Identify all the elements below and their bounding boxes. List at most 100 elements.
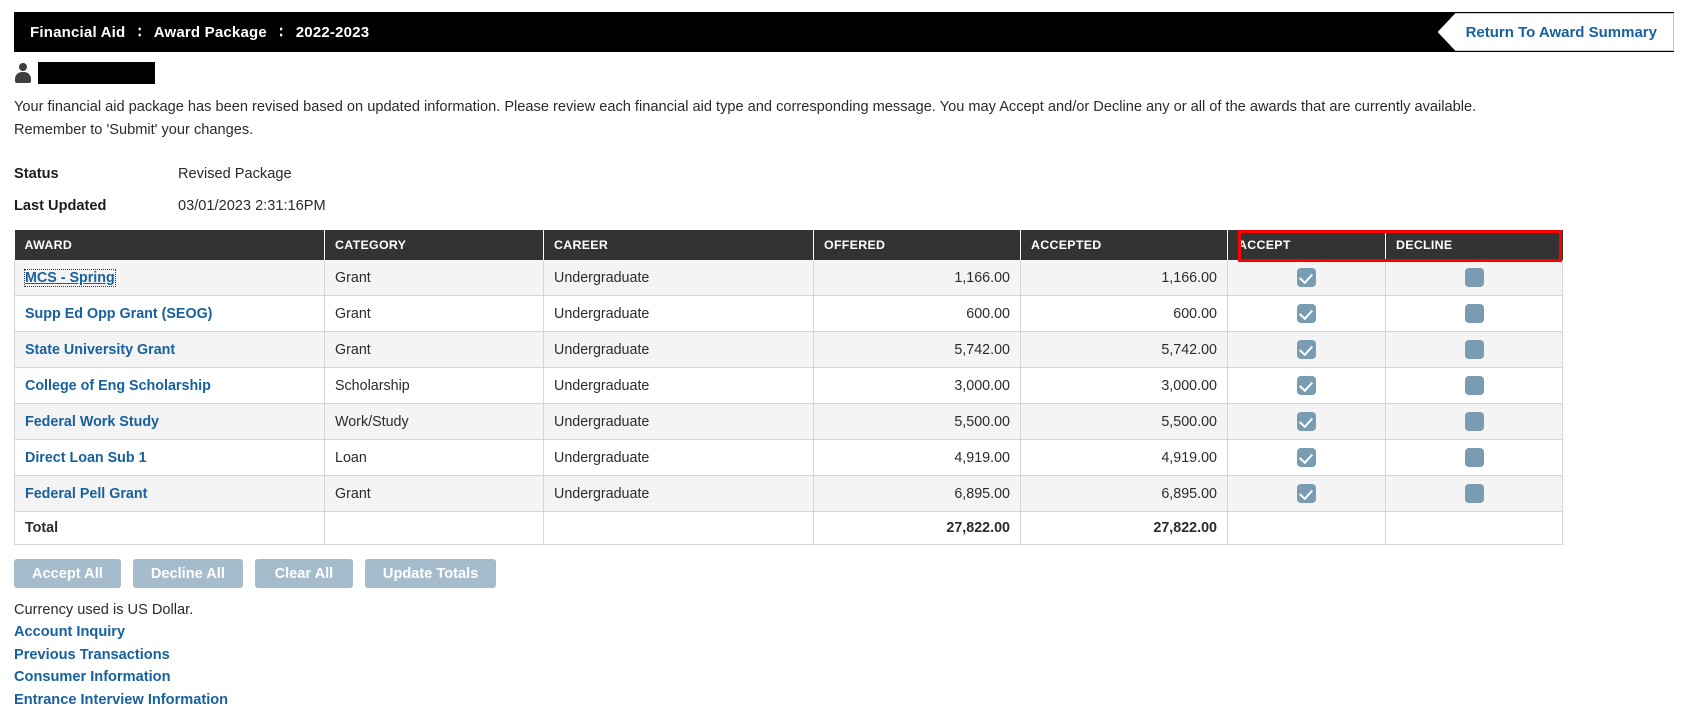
accept-checkbox[interactable] xyxy=(1297,304,1316,323)
cell-accepted: 600.00 xyxy=(1020,295,1228,332)
footer-section: Currency used is US Dollar. Account Inqu… xyxy=(14,602,1674,711)
column-header-category: CATEGORY xyxy=(324,230,544,260)
cell-career: Undergraduate xyxy=(543,295,814,332)
decline-checkbox[interactable] xyxy=(1464,268,1484,287)
cell-total-decline xyxy=(1385,511,1563,545)
cell-award: State University Grant xyxy=(14,331,325,368)
cell-offered: 3,000.00 xyxy=(813,367,1021,404)
breadcrumb-item-award-package: Award Package xyxy=(153,24,267,41)
decline-checkbox[interactable] xyxy=(1464,412,1484,431)
table-header-row: AWARD CATEGORY CAREER OFFERED ACCEPTED A… xyxy=(14,230,1563,260)
accept-all-button[interactable]: Accept All xyxy=(14,559,121,588)
cell-accept xyxy=(1227,439,1386,476)
accept-checkbox[interactable] xyxy=(1297,340,1316,359)
cell-accept xyxy=(1227,295,1386,332)
cell-accept xyxy=(1227,475,1386,512)
cell-total-offered: 27,822.00 xyxy=(813,511,1021,545)
breadcrumb-item-aid-year: 2022-2023 xyxy=(295,24,370,41)
cell-decline xyxy=(1385,367,1563,404)
table-row: College of Eng Scholarship Scholarship Und… xyxy=(14,367,1563,404)
decline-checkbox[interactable] xyxy=(1464,376,1484,395)
update-totals-button[interactable]: Update Totals xyxy=(364,559,497,588)
status-summary: Status Revised Package Last Updated 03/0… xyxy=(14,158,1674,222)
cell-award: Supp Ed Opp Grant (SEOG) xyxy=(14,295,325,332)
link-previous-transactions[interactable]: Previous Transactions xyxy=(14,644,1674,667)
cell-accepted: 6,895.00 xyxy=(1020,475,1228,512)
clear-all-button[interactable]: Clear All xyxy=(254,559,353,588)
cell-career: Undergraduate xyxy=(543,260,814,296)
table-row: MCS - Spring Grant Undergraduate 1,166.00 1,… xyxy=(14,260,1563,296)
table-row: Federal Work Study Work/Study Undergraduat… xyxy=(14,403,1563,440)
award-link[interactable]: MCS - Spring xyxy=(24,268,116,287)
return-to-award-summary-button[interactable]: Return To Award Summary xyxy=(1437,13,1674,51)
link-consumer-information[interactable]: Consumer Information xyxy=(14,666,1674,689)
cell-accept xyxy=(1227,260,1386,296)
award-link[interactable]: Supp Ed Opp Grant (SEOG) xyxy=(25,306,212,322)
cell-accepted: 4,919.00 xyxy=(1020,439,1228,476)
awards-table-wrapper: AWARD CATEGORY CAREER OFFERED ACCEPTED A… xyxy=(14,230,1674,545)
table-row: State University Grant Grant Undergraduate… xyxy=(14,331,1563,368)
accept-checkbox[interactable] xyxy=(1297,412,1316,431)
cell-offered: 5,742.00 xyxy=(813,331,1021,368)
cell-award: Federal Work Study xyxy=(14,403,325,440)
cell-accepted: 5,500.00 xyxy=(1020,403,1228,440)
breadcrumb-separator: ∶ xyxy=(279,24,284,41)
cell-total-category xyxy=(324,511,544,545)
cell-decline xyxy=(1385,403,1563,440)
cell-accepted: 3,000.00 xyxy=(1020,367,1228,404)
accept-checkbox[interactable] xyxy=(1297,376,1316,395)
action-button-group: Accept All Decline All Clear All Update … xyxy=(14,559,1674,588)
cell-total-career xyxy=(543,511,814,545)
decline-checkbox[interactable] xyxy=(1464,340,1484,359)
decline-checkbox[interactable] xyxy=(1464,304,1484,323)
table-total-row: Total 27,822.00 27,822.00 xyxy=(14,511,1563,545)
last-updated-row: Last Updated 03/01/2023 2:31:16PM xyxy=(14,190,1674,222)
status-row: Status Revised Package xyxy=(14,158,1674,190)
status-value: Revised Package xyxy=(178,166,292,182)
decline-all-button[interactable]: Decline All xyxy=(132,559,243,588)
accept-checkbox[interactable] xyxy=(1297,448,1316,467)
cell-category: Grant xyxy=(324,331,544,368)
cell-decline xyxy=(1385,439,1563,476)
breadcrumb-item-financial-aid: Financial Aid xyxy=(30,24,126,41)
accept-checkbox[interactable] xyxy=(1297,268,1316,287)
cell-award: Direct Loan Sub 1 xyxy=(14,439,325,476)
cell-offered: 4,919.00 xyxy=(813,439,1021,476)
link-account-inquiry[interactable]: Account Inquiry xyxy=(14,621,1674,644)
cell-accepted: 5,742.00 xyxy=(1020,331,1228,368)
cell-total-label: Total xyxy=(14,511,325,545)
cell-category: Grant xyxy=(324,295,544,332)
link-entrance-interview-information[interactable]: Entrance Interview Information xyxy=(14,689,1674,712)
cell-career: Undergraduate xyxy=(543,367,814,404)
award-link[interactable]: Direct Loan Sub 1 xyxy=(25,450,147,466)
cell-accept xyxy=(1227,403,1386,440)
cell-accept xyxy=(1227,367,1386,404)
student-name-redacted xyxy=(38,62,155,84)
table-row: Direct Loan Sub 1 Loan Undergraduate 4,919.… xyxy=(14,439,1563,476)
accept-checkbox[interactable] xyxy=(1297,484,1316,503)
decline-checkbox[interactable] xyxy=(1464,448,1484,467)
cell-total-accept xyxy=(1227,511,1386,545)
last-updated-value: 03/01/2023 2:31:16PM xyxy=(178,198,326,214)
person-icon xyxy=(14,63,32,83)
column-header-accept: ACCEPT xyxy=(1227,230,1386,260)
column-header-career: CAREER xyxy=(543,230,814,260)
award-link[interactable]: College of Eng Scholarship xyxy=(25,378,211,394)
award-link[interactable]: State University Grant xyxy=(25,342,175,358)
table-row: Supp Ed Opp Grant (SEOG) Grant Undergradua… xyxy=(14,295,1563,332)
page-header-bar: Financial Aid ∶ Award Package ∶ 2022-202… xyxy=(14,12,1674,52)
column-header-offered: OFFERED xyxy=(813,230,1021,260)
column-header-award: AWARD xyxy=(14,230,325,260)
cell-category: Scholarship xyxy=(324,367,544,404)
award-link[interactable]: Federal Work Study xyxy=(25,414,159,430)
cell-career: Undergraduate xyxy=(543,439,814,476)
cell-category: Grant xyxy=(324,260,544,296)
decline-checkbox[interactable] xyxy=(1464,484,1484,503)
user-identity-row xyxy=(14,60,1674,86)
status-label: Status xyxy=(14,166,59,182)
cell-offered: 6,895.00 xyxy=(813,475,1021,512)
cell-award: Federal Pell Grant xyxy=(14,475,325,512)
cell-decline xyxy=(1385,331,1563,368)
award-link[interactable]: Federal Pell Grant xyxy=(25,486,147,502)
cell-offered: 5,500.00 xyxy=(813,403,1021,440)
